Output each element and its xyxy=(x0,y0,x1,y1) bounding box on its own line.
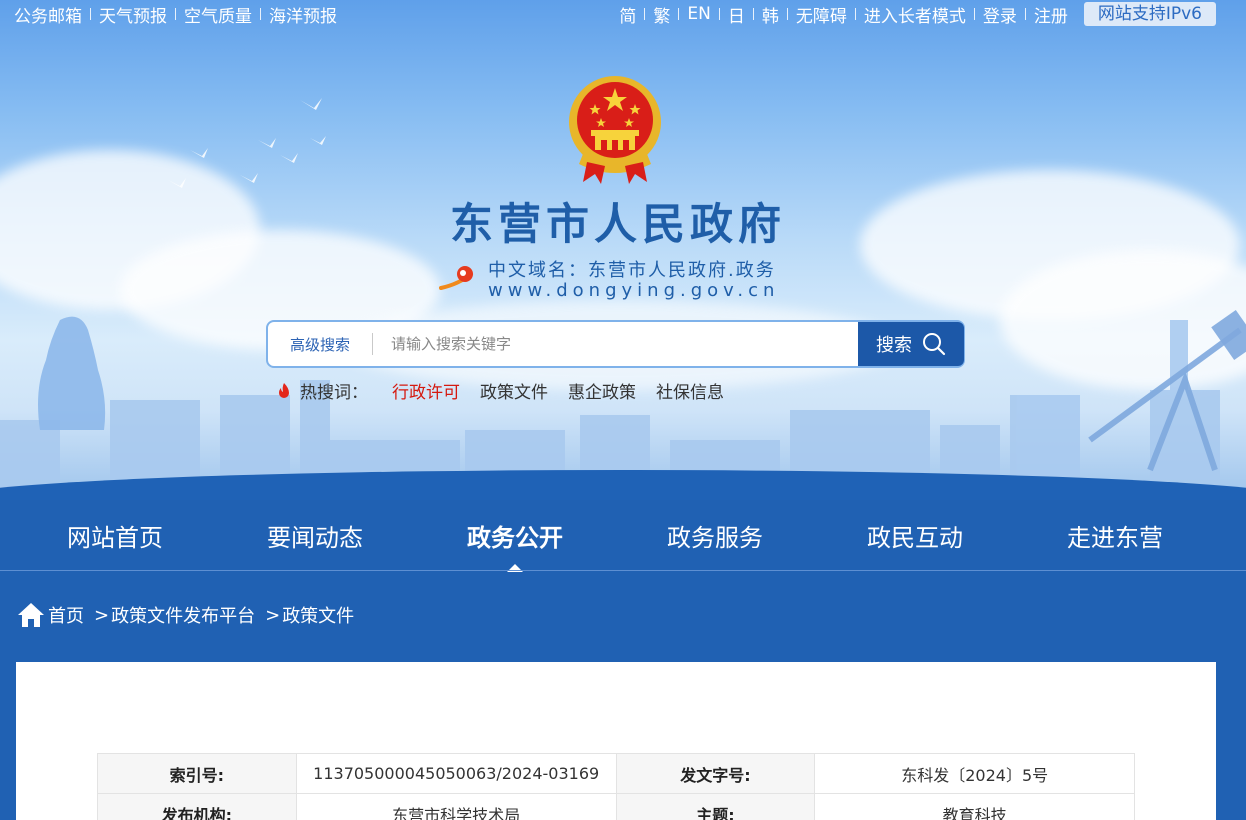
meta-key-index-number: 索引号: xyxy=(97,753,297,794)
chinese-domain-name: 中文域名：东营市人民政府.政务 xyxy=(488,260,776,281)
divider xyxy=(1024,8,1026,20)
lang-simplified-link[interactable]: 简 xyxy=(619,2,636,27)
home-icon xyxy=(18,603,44,627)
meta-value-document-number: 东科发〔2024〕5号 xyxy=(814,753,1135,794)
domain-logo-icon xyxy=(439,266,473,290)
topbar-link-ocean[interactable]: 海洋预报 xyxy=(269,2,337,27)
search-input[interactable] xyxy=(373,324,858,364)
divider xyxy=(854,8,856,20)
login-link[interactable]: 登录 xyxy=(983,2,1017,27)
advanced-search-link[interactable]: 高级搜索 xyxy=(268,334,372,355)
divider xyxy=(752,8,754,20)
divider xyxy=(718,8,720,20)
hot-search-words: 热搜词： 行政许可 政策文件 惠企政策 社保信息 xyxy=(276,378,744,403)
elderly-mode-link[interactable]: 进入长者模式 xyxy=(864,2,966,27)
meta-value-index-number: 113705000045050063/2024-03169 xyxy=(295,753,617,794)
meta-value-issuing-agency: 东营市科学技术局 xyxy=(295,793,617,820)
lang-japanese-link[interactable]: 日 xyxy=(728,2,745,27)
topbar-link-air-quality[interactable]: 空气质量 xyxy=(184,2,252,27)
topbar-right-links: 简 繁 EN 日 韩 无障碍 进入长者模式 登录 注册 网站支持IPv6 xyxy=(619,2,1216,27)
hot-word-link[interactable]: 行政许可 xyxy=(392,378,460,403)
hot-search-label: 热搜词： xyxy=(300,383,368,403)
register-link[interactable]: 注册 xyxy=(1034,2,1068,27)
content-panel: 索引号: 113705000045050063/2024-03169 发文字号:… xyxy=(16,662,1216,820)
topbar-link-weather[interactable]: 天气预报 xyxy=(99,2,167,27)
lang-english-link[interactable]: EN xyxy=(687,4,710,24)
lang-korean-link[interactable]: 韩 xyxy=(762,2,779,27)
breadcrumb: 首页 > 政策文件发布平台 > 政策文件 xyxy=(16,600,354,630)
nav-item-interaction[interactable]: 政民互动 xyxy=(815,505,1015,571)
divider xyxy=(644,8,646,20)
divider xyxy=(260,8,261,20)
hot-word-link[interactable]: 政策文件 xyxy=(480,378,548,403)
search-button[interactable]: 搜索 xyxy=(858,322,964,366)
meta-value-topic: 教育科技 xyxy=(814,793,1135,820)
topbar-left-links: 公务邮箱 天气预报 空气质量 海洋预报 xyxy=(14,2,337,27)
divider xyxy=(0,570,1246,571)
divider xyxy=(175,8,176,20)
divider xyxy=(786,8,788,20)
breadcrumb-policy-platform[interactable]: 政策文件发布平台 xyxy=(111,602,255,628)
search-icon xyxy=(923,333,946,356)
search-bar: 高级搜索 搜索 xyxy=(266,320,965,368)
nav-item-gov-services[interactable]: 政务服务 xyxy=(615,505,815,571)
meta-key-document-number: 发文字号: xyxy=(615,753,816,794)
ipv6-badge: 网站支持IPv6 xyxy=(1083,2,1216,26)
national-emblem-icon xyxy=(569,76,661,184)
table-row: 发布机构: 东营市科学技术局 主题: 教育科技 xyxy=(97,793,1135,820)
divider xyxy=(973,8,975,20)
divider xyxy=(90,8,91,20)
nav-item-news[interactable]: 要闻动态 xyxy=(215,505,415,571)
site-url: www.dongying.gov.cn xyxy=(488,280,780,301)
search-button-label: 搜索 xyxy=(876,335,912,356)
nav-item-about-dongying[interactable]: 走进东营 xyxy=(1015,505,1215,571)
main-nav: 网站首页 要闻动态 政务公开 政务服务 政民互动 走进东营 xyxy=(0,505,1246,572)
divider xyxy=(678,8,680,20)
meta-key-issuing-agency: 发布机构: xyxy=(97,793,297,820)
topbar-link-mail[interactable]: 公务邮箱 xyxy=(14,2,82,27)
document-meta-table: 索引号: 113705000045050063/2024-03169 发文字号:… xyxy=(97,753,1135,820)
table-row: 索引号: 113705000045050063/2024-03169 发文字号:… xyxy=(97,753,1135,794)
breadcrumb-policy-documents[interactable]: 政策文件 xyxy=(282,602,354,628)
flame-icon xyxy=(279,382,289,398)
lang-traditional-link[interactable]: 繁 xyxy=(653,2,670,27)
nav-item-gov-affairs-open[interactable]: 政务公开 xyxy=(415,505,615,572)
hot-word-link[interactable]: 社保信息 xyxy=(656,378,724,403)
meta-key-topic: 主题: xyxy=(615,793,816,820)
breadcrumb-separator: > xyxy=(265,604,281,626)
accessibility-link[interactable]: 无障碍 xyxy=(796,2,847,27)
site-title: 东营市人民政府 xyxy=(450,200,786,250)
breadcrumb-separator: > xyxy=(94,604,110,626)
nav-item-home[interactable]: 网站首页 xyxy=(15,505,215,571)
breadcrumb-home[interactable]: 首页 xyxy=(48,602,84,628)
hot-word-link[interactable]: 惠企政策 xyxy=(568,378,636,403)
